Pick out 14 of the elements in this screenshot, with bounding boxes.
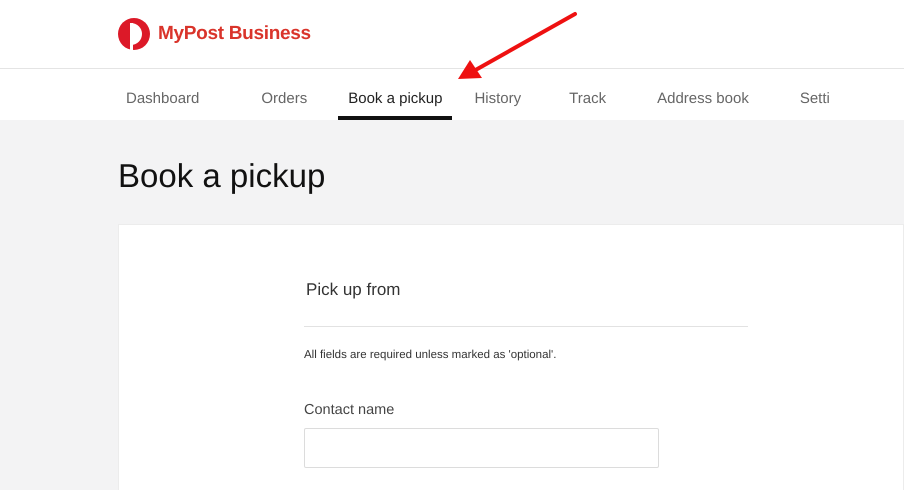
nav-tab[interactable]: Orders — [261, 69, 308, 120]
section-title: Pick up from — [306, 278, 402, 301]
input-field[interactable] — [304, 428, 659, 468]
brand-name[interactable]: MyPost Business — [158, 20, 311, 48]
nav-tab[interactable]: Dashboard — [126, 69, 200, 120]
nav-tab[interactable]: History — [474, 69, 522, 120]
field-label: Contact name — [304, 401, 396, 420]
nav-tab[interactable]: Track — [569, 69, 606, 120]
required-note: All fields are required unless marked as 'optional'. — [304, 348, 558, 364]
nav-tab[interactable]: Book a pickup — [338, 69, 452, 120]
logo-icon — [118, 18, 150, 50]
page-title: Book a pickup — [118, 156, 326, 196]
nav-tab[interactable]: Address book — [657, 69, 749, 120]
nav-tab[interactable]: Setti — [800, 69, 830, 120]
